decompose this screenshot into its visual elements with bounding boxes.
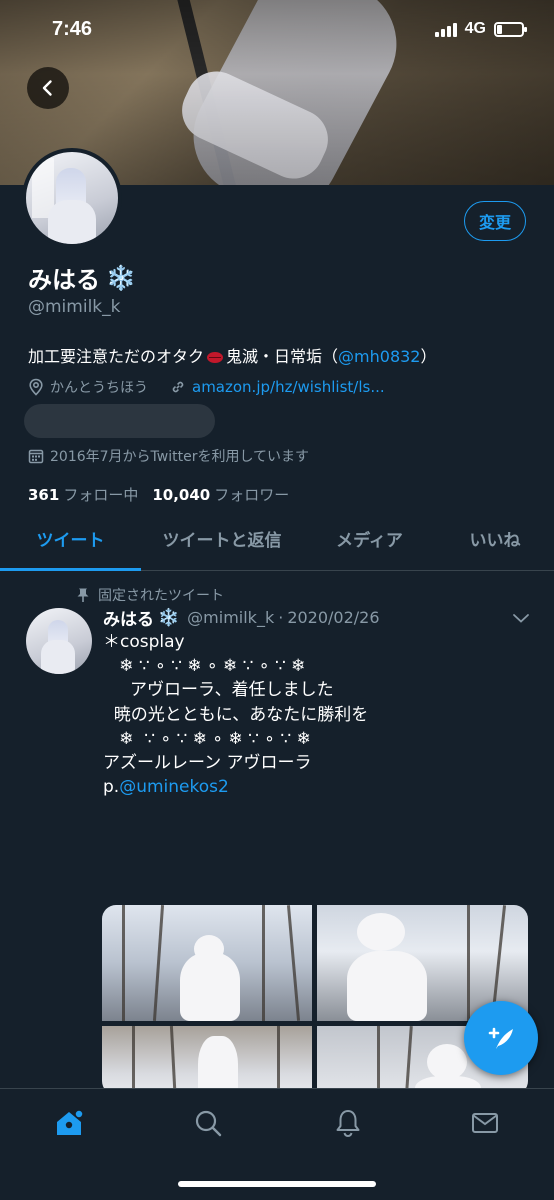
profile-meta: かんとうちほう amazon.jp/hz/wishlist/ls... <box>28 377 385 397</box>
search-icon <box>195 1110 222 1137</box>
home-indicator <box>178 1181 376 1187</box>
tab-media[interactable]: メディア <box>303 517 436 570</box>
redacted-field <box>24 404 215 438</box>
status-time: 7:46 <box>52 18 93 40</box>
pin-icon <box>77 588 89 602</box>
profile-tabs: ツイート ツイートと返信 メディア いいね <box>0 517 554 571</box>
snowflake-emoji: ❄️ <box>158 607 180 628</box>
link-icon <box>172 381 184 393</box>
nav-search[interactable] <box>190 1105 226 1141</box>
tab-tweets-and-replies[interactable]: ツイートと返信 <box>141 517 303 570</box>
follow-stats: 361 フォロー中 10,040 フォロワー <box>28 484 289 505</box>
profile-bio: 加工要注意ただのオタク 鬼滅・日常垢（@mh0832） <box>28 347 437 366</box>
tweet-header: みはる ❄️ @mimilk_k · 2020/02/26 <box>103 605 380 631</box>
battery-icon <box>494 21 527 37</box>
nav-home[interactable] <box>51 1105 87 1141</box>
notifications-icon <box>336 1110 360 1138</box>
tweet-author-handle: @mimilk_k <box>187 608 275 627</box>
compose-tweet-button[interactable] <box>464 1001 538 1075</box>
tweet-media-grid <box>102 905 528 1095</box>
edit-profile-button[interactable]: 変更 <box>464 201 526 241</box>
tweet-date[interactable]: 2020/02/26 <box>287 608 379 627</box>
followers-link[interactable]: 10,040 フォロワー <box>152 484 289 505</box>
calendar-icon <box>28 449 44 464</box>
profile-joined-date: 2016年7月からTwitterを利用しています <box>28 446 309 466</box>
tweet-author-name[interactable]: みはる <box>103 605 154 630</box>
nav-notifications[interactable] <box>330 1105 366 1141</box>
profile-avatar[interactable] <box>22 148 122 248</box>
profile-name: みはる ❄️ <box>28 260 136 295</box>
nav-messages[interactable] <box>467 1105 503 1141</box>
back-button[interactable] <box>27 67 69 109</box>
tweet-mention-link[interactable]: @uminekos2 <box>119 777 229 797</box>
snowflake-emoji: ❄️ <box>106 263 136 292</box>
messages-icon <box>472 1113 498 1133</box>
profile-website-link[interactable]: amazon.jp/hz/wishlist/ls... <box>170 378 385 396</box>
chevron-left-icon <box>42 80 52 96</box>
display-name: みはる <box>28 266 100 294</box>
status-bar: 7:46 4G <box>0 0 554 60</box>
following-link[interactable]: 361 フォロー中 <box>28 484 138 505</box>
location-pin-icon <box>29 378 43 396</box>
tweet-photo-1[interactable] <box>102 905 312 1021</box>
profile-location: かんとうちほう <box>28 377 148 397</box>
kiss-mark-emoji <box>207 352 224 363</box>
tweet-author-avatar[interactable] <box>26 608 92 674</box>
tweet-separator: · <box>278 608 284 627</box>
profile-handle: @mimilk_k <box>28 297 121 317</box>
tweet-photo-3[interactable] <box>102 1026 312 1095</box>
network-type: 4G <box>464 20 486 37</box>
bio-mention-link[interactable]: @mh0832 <box>338 347 420 366</box>
pinned-tweet-label: 固定されたツイート <box>76 585 224 605</box>
tweet-text: ＊cosplay ❄ ∵ ∘ ∵ ❄ ∘ ❄ ∵ ∘ ∵ ❄ アヴローラ、着任し… <box>103 632 369 798</box>
chevron-down-icon <box>513 614 529 623</box>
compose-icon <box>488 1027 513 1049</box>
signal-icon <box>434 21 457 37</box>
tab-tweets[interactable]: ツイート <box>0 517 141 571</box>
tab-likes[interactable]: いいね <box>436 517 554 570</box>
tweet-menu-button[interactable] <box>512 610 530 629</box>
home-icon <box>57 1109 84 1135</box>
